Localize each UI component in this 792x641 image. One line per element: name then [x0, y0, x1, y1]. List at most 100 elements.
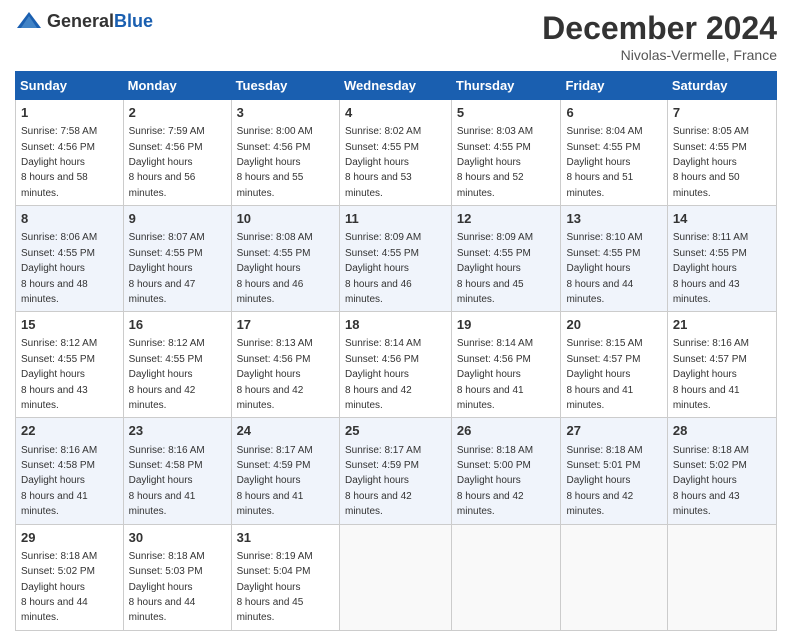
table-row: 1Sunrise: 7:58 AMSunset: 4:56 PMDaylight…: [16, 100, 124, 206]
header-row: Sunday Monday Tuesday Wednesday Thursday…: [16, 72, 777, 100]
day-info: Sunrise: 8:13 AMSunset: 4:56 PMDaylight …: [237, 338, 313, 411]
day-number: 12: [457, 210, 556, 228]
day-info: Sunrise: 8:11 AMSunset: 4:55 PMDaylight …: [673, 232, 748, 305]
calendar-table: Sunday Monday Tuesday Wednesday Thursday…: [15, 71, 777, 631]
table-row: 2Sunrise: 7:59 AMSunset: 4:56 PMDaylight…: [123, 100, 231, 206]
table-row: 25 Sunrise: 8:17 AMSunset: 4:59 PMDayligh…: [340, 418, 452, 524]
table-row: 22Sunrise: 8:16 AMSunset: 4:58 PMDayligh…: [16, 418, 124, 524]
table-row: 7 Sunrise: 8:05 AMSunset: 4:55 PMDaylight…: [667, 100, 776, 206]
table-row: 31 Sunrise: 8:19 AMSunset: 5:04 PMDayligh…: [231, 524, 339, 630]
day-info: Sunrise: 8:16 AMSunset: 4:57 PMDaylight …: [673, 338, 749, 411]
day-info: Sunrise: 8:09 AMSunset: 4:55 PMDaylight …: [457, 232, 533, 305]
col-saturday: Saturday: [667, 72, 776, 100]
logo-icon: [15, 10, 43, 32]
table-row: 8Sunrise: 8:06 AMSunset: 4:55 PMDaylight…: [16, 206, 124, 312]
day-number: 20: [566, 316, 661, 334]
day-info: Sunrise: 8:14 AMSunset: 4:56 PMDaylight …: [457, 338, 533, 411]
logo: GeneralBlue: [15, 10, 153, 32]
day-info: Sunrise: 8:18 AMSunset: 5:00 PMDaylight …: [457, 445, 533, 518]
col-monday: Monday: [123, 72, 231, 100]
day-info: Sunrise: 8:14 AMSunset: 4:56 PMDaylight …: [345, 338, 421, 411]
day-number: 27: [566, 422, 661, 440]
day-info: Sunrise: 8:03 AMSunset: 4:55 PMDaylight …: [457, 126, 533, 199]
day-info: Sunrise: 7:59 AMSunset: 4:56 PMDaylight …: [129, 126, 205, 199]
table-row: 30 Sunrise: 8:18 AMSunset: 5:03 PMDayligh…: [123, 524, 231, 630]
col-tuesday: Tuesday: [231, 72, 339, 100]
table-row: 21 Sunrise: 8:16 AMSunset: 4:57 PMDayligh…: [667, 312, 776, 418]
table-row: 24 Sunrise: 8:17 AMSunset: 4:59 PMDayligh…: [231, 418, 339, 524]
day-info: Sunrise: 7:58 AMSunset: 4:56 PMDaylight …: [21, 126, 97, 199]
table-row: [667, 524, 776, 630]
day-info: Sunrise: 8:18 AMSunset: 5:03 PMDaylight …: [129, 551, 205, 624]
table-row: 28 Sunrise: 8:18 AMSunset: 5:02 PMDayligh…: [667, 418, 776, 524]
page-header: GeneralBlue December 2024 Nivolas-Vermel…: [15, 10, 777, 63]
logo-blue: Blue: [114, 11, 153, 31]
day-info: Sunrise: 8:17 AMSunset: 4:59 PMDaylight …: [345, 445, 421, 518]
day-number: 17: [237, 316, 334, 334]
day-number: 30: [129, 529, 226, 547]
day-info: Sunrise: 8:12 AMSunset: 4:55 PMDaylight …: [21, 338, 97, 411]
day-number: 26: [457, 422, 556, 440]
day-number: 28: [673, 422, 771, 440]
logo-general: General: [47, 11, 114, 31]
calendar-week-row: 15Sunrise: 8:12 AMSunset: 4:55 PMDayligh…: [16, 312, 777, 418]
table-row: 26 Sunrise: 8:18 AMSunset: 5:00 PMDayligh…: [451, 418, 561, 524]
day-info: Sunrise: 8:12 AMSunset: 4:55 PMDaylight …: [129, 338, 205, 411]
logo-text: GeneralBlue: [47, 11, 153, 32]
day-info: Sunrise: 8:02 AMSunset: 4:55 PMDaylight …: [345, 126, 421, 199]
day-number: 29: [21, 529, 118, 547]
day-number: 23: [129, 422, 226, 440]
day-number: 24: [237, 422, 334, 440]
day-number: 4: [345, 104, 446, 122]
day-info: Sunrise: 8:09 AMSunset: 4:55 PMDaylight …: [345, 232, 421, 305]
table-row: 12 Sunrise: 8:09 AMSunset: 4:55 PMDayligh…: [451, 206, 561, 312]
table-row: 18 Sunrise: 8:14 AMSunset: 4:56 PMDayligh…: [340, 312, 452, 418]
day-info: Sunrise: 8:18 AMSunset: 5:02 PMDaylight …: [673, 445, 749, 518]
title-area: December 2024 Nivolas-Vermelle, France: [542, 10, 777, 63]
table-row: 17 Sunrise: 8:13 AMSunset: 4:56 PMDayligh…: [231, 312, 339, 418]
day-info: Sunrise: 8:10 AMSunset: 4:55 PMDaylight …: [566, 232, 642, 305]
day-number: 18: [345, 316, 446, 334]
table-row: 10Sunrise: 8:08 AMSunset: 4:55 PMDayligh…: [231, 206, 339, 312]
day-info: Sunrise: 8:08 AMSunset: 4:55 PMDaylight …: [237, 232, 313, 305]
day-number: 3: [237, 104, 334, 122]
table-row: 11Sunrise: 8:09 AMSunset: 4:55 PMDayligh…: [340, 206, 452, 312]
day-number: 9: [129, 210, 226, 228]
table-row: [451, 524, 561, 630]
table-row: 19 Sunrise: 8:14 AMSunset: 4:56 PMDayligh…: [451, 312, 561, 418]
col-sunday: Sunday: [16, 72, 124, 100]
table-row: 4 Sunrise: 8:02 AMSunset: 4:55 PMDaylight…: [340, 100, 452, 206]
day-info: Sunrise: 8:00 AMSunset: 4:56 PMDaylight …: [237, 126, 313, 199]
month-title: December 2024: [542, 10, 777, 47]
day-info: Sunrise: 8:18 AMSunset: 5:01 PMDaylight …: [566, 445, 642, 518]
day-number: 7: [673, 104, 771, 122]
day-number: 31: [237, 529, 334, 547]
table-row: 20Sunrise: 8:15 AMSunset: 4:57 PMDayligh…: [561, 312, 667, 418]
calendar-week-row: 29 Sunrise: 8:18 AMSunset: 5:02 PMDayligh…: [16, 524, 777, 630]
day-info: Sunrise: 8:17 AMSunset: 4:59 PMDaylight …: [237, 445, 313, 518]
day-number: 22: [21, 422, 118, 440]
day-number: 16: [129, 316, 226, 334]
table-row: 13 Sunrise: 8:10 AMSunset: 4:55 PMDayligh…: [561, 206, 667, 312]
col-friday: Friday: [561, 72, 667, 100]
day-number: 19: [457, 316, 556, 334]
day-number: 5: [457, 104, 556, 122]
day-info: Sunrise: 8:18 AMSunset: 5:02 PMDaylight …: [21, 551, 97, 624]
day-number: 25: [345, 422, 446, 440]
day-info: Sunrise: 8:19 AMSunset: 5:04 PMDaylight …: [237, 551, 313, 624]
day-info: Sunrise: 8:05 AMSunset: 4:55 PMDaylight …: [673, 126, 749, 199]
day-info: Sunrise: 8:16 AMSunset: 4:58 PMDaylight …: [129, 445, 205, 518]
day-number: 6: [566, 104, 661, 122]
calendar-week-row: 22 Sunrise: 8:16 AMSunset: 4:58 PMDayligh…: [16, 418, 777, 524]
day-number: 14: [673, 210, 771, 228]
day-number: 13: [566, 210, 661, 228]
table-row: 9 Sunrise: 8:07 AMSunset: 4:55 PMDaylight…: [123, 206, 231, 312]
day-number: 21: [673, 316, 771, 334]
table-row: [561, 524, 667, 630]
table-row: 29 Sunrise: 8:18 AMSunset: 5:02 PMDayligh…: [16, 524, 124, 630]
day-info: Sunrise: 8:07 AMSunset: 4:55 PMDaylight …: [129, 232, 205, 305]
calendar-week-row: 8Sunrise: 8:06 AMSunset: 4:55 PMDaylight…: [16, 206, 777, 312]
table-row: 23 Sunrise: 8:16 AMSunset: 4:58 PMDayligh…: [123, 418, 231, 524]
table-row: 3 Sunrise: 8:00 AMSunset: 4:56 PMDaylight…: [231, 100, 339, 206]
calendar-week-row: 1Sunrise: 7:58 AMSunset: 4:56 PMDaylight…: [16, 100, 777, 206]
